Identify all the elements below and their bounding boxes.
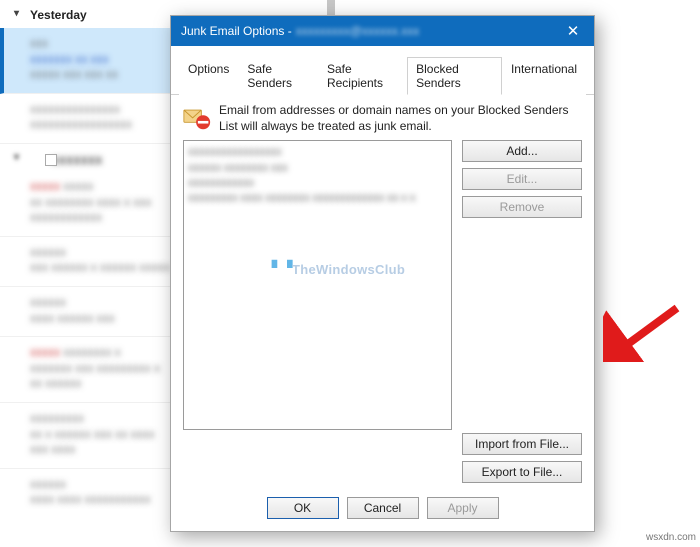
list-action-buttons: Add... Edit... Remove Import from File..… (462, 140, 582, 483)
dialog-body: Email from addresses or domain names on … (171, 95, 594, 489)
tab-options[interactable]: Options (179, 57, 238, 95)
blocked-senders-list[interactable]: xxxxxxxxxxxxxxxxx xxxxxx xxxxxxxx xxx xx… (183, 140, 452, 430)
list-item[interactable]: xxxxxx xxxxxxxx xxx (188, 161, 447, 176)
close-button[interactable]: ✕ (552, 16, 594, 46)
edit-button[interactable]: Edit... (462, 168, 582, 190)
list-item[interactable]: xxxxxxxxxxxx (188, 176, 447, 191)
dialog-title: Junk Email Options - (181, 24, 292, 38)
checkbox-icon[interactable] (45, 154, 57, 166)
dialog-footer: OK Cancel Apply (171, 489, 594, 531)
mail-item-sender: xxxxx (30, 345, 60, 359)
cancel-button[interactable]: Cancel (347, 497, 419, 519)
junk-email-options-dialog: Junk Email Options - xxxxxxxxx@xxxxxx.xx… (170, 15, 595, 532)
blocked-sender-icon (183, 103, 211, 131)
dialog-tabs: Options Safe Senders Safe Recipients Blo… (171, 46, 594, 95)
source-watermark: wsxdn.com (646, 532, 696, 543)
apply-button[interactable]: Apply (427, 497, 499, 519)
tab-blocked-senders[interactable]: Blocked Senders (407, 57, 502, 95)
dialog-titlebar[interactable]: Junk Email Options - xxxxxxxxx@xxxxxx.xx… (171, 16, 594, 46)
dialog-title-account: xxxxxxxxx@xxxxxx.xxx (296, 24, 420, 38)
tab-international[interactable]: International (502, 57, 586, 95)
close-icon: ✕ (567, 22, 580, 40)
ok-button[interactable]: OK (267, 497, 339, 519)
mail-item-sender: xxxxx (30, 179, 60, 193)
tab-safe-senders[interactable]: Safe Senders (238, 57, 318, 95)
add-button[interactable]: Add... (462, 140, 582, 162)
list-item[interactable]: xxxxxxxxxxxxxxxxx (188, 145, 447, 160)
remove-button[interactable]: Remove (462, 196, 582, 218)
list-item[interactable]: xxxxxxxxx xxxx xxxxxxxx xxxxxxxxxxxxx xx… (188, 191, 447, 206)
tab-safe-recipients[interactable]: Safe Recipients (318, 57, 407, 95)
tab-description: Email from addresses or domain names on … (219, 103, 582, 134)
export-to-file-button[interactable]: Export to File... (462, 461, 582, 483)
import-from-file-button[interactable]: Import from File... (462, 433, 582, 455)
